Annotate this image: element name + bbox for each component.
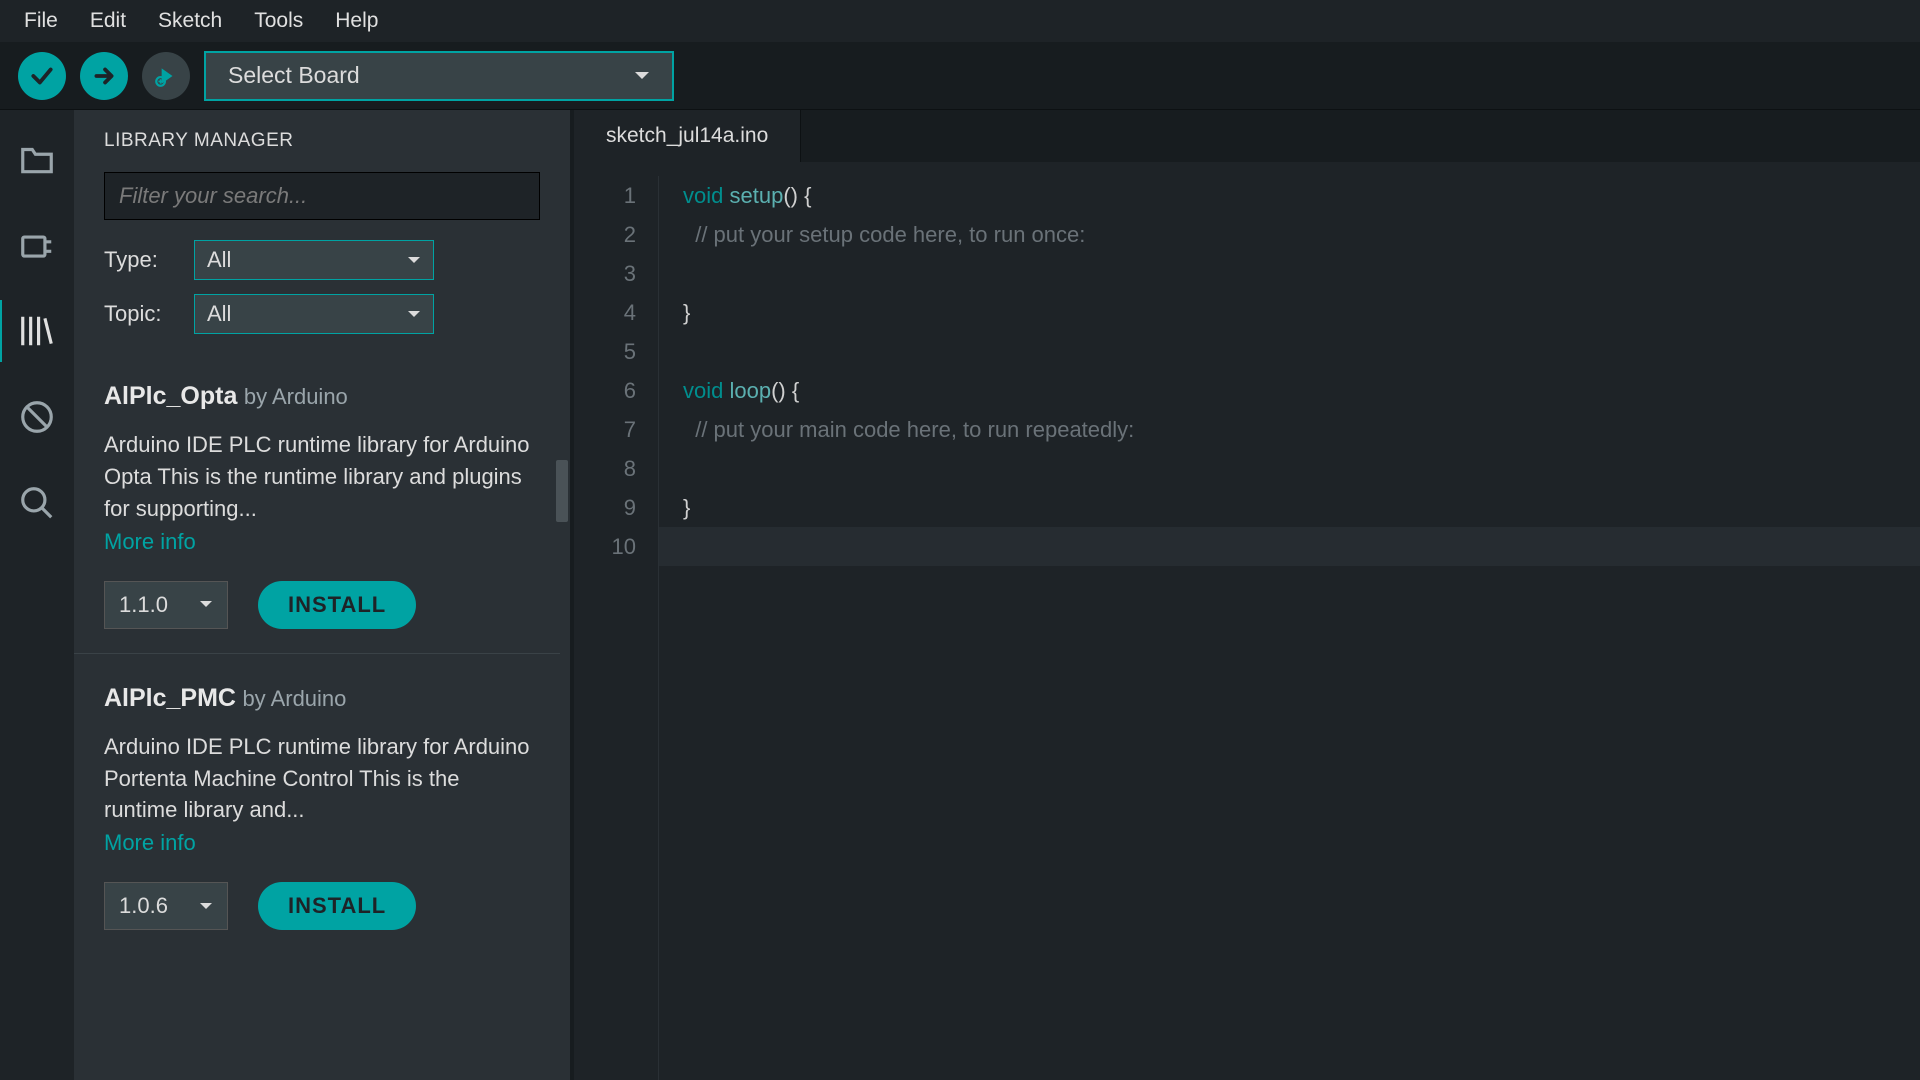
activity-sketchbook[interactable] <box>16 138 58 180</box>
library-item: AlPlc_PMC by Arduino Arduino IDE PLC run… <box>74 654 560 955</box>
folder-icon <box>18 140 56 178</box>
library-list[interactable]: AlPlc_Opta by Arduino Arduino IDE PLC ru… <box>74 352 570 1080</box>
board-icon <box>18 226 56 264</box>
type-value: All <box>207 247 231 273</box>
chevron-down-icon <box>407 256 421 265</box>
menu-help[interactable]: Help <box>321 3 392 39</box>
library-description: Arduino IDE PLC runtime library for Ardu… <box>104 731 530 827</box>
more-info-link[interactable]: More info <box>104 830 196 856</box>
chevron-down-icon <box>634 71 650 81</box>
toolbar: Select Board <box>0 42 1920 110</box>
library-manager-panel: LIBRARY MANAGER Type: All Topic: All AlP… <box>74 110 574 1080</box>
menubar: File Edit Sketch Tools Help <box>0 0 1920 42</box>
topic-label: Topic: <box>104 301 168 327</box>
board-selector[interactable]: Select Board <box>204 51 674 101</box>
topic-select[interactable]: All <box>194 294 434 334</box>
menu-sketch[interactable]: Sketch <box>144 3 236 39</box>
activity-debug[interactable] <box>16 396 58 438</box>
library-item: AlPlc_Opta by Arduino Arduino IDE PLC ru… <box>74 352 560 654</box>
menu-file[interactable]: File <box>10 3 72 39</box>
version-value: 1.1.0 <box>119 592 168 618</box>
library-description: Arduino IDE PLC runtime library for Ardu… <box>104 429 530 525</box>
debug-icon <box>153 63 179 89</box>
library-author: by Arduino <box>242 686 346 711</box>
line-gutter: 12345678910 <box>574 176 658 1080</box>
panel-title: LIBRARY MANAGER <box>74 110 570 166</box>
scrollbar-thumb[interactable] <box>556 460 568 522</box>
install-button[interactable]: INSTALL <box>258 882 416 930</box>
chevron-down-icon <box>199 902 213 911</box>
no-entry-icon <box>18 398 56 436</box>
version-select[interactable]: 1.1.0 <box>104 581 228 629</box>
activity-bar <box>0 110 74 1080</box>
code-editor[interactable]: 12345678910 void setup() { // put your s… <box>574 162 1920 1080</box>
type-select[interactable]: All <box>194 240 434 280</box>
chevron-down-icon <box>407 310 421 319</box>
activity-library[interactable] <box>16 310 58 352</box>
library-name: AlPlc_PMC <box>104 684 236 712</box>
books-icon <box>18 312 56 350</box>
chevron-down-icon <box>199 600 213 609</box>
activity-search[interactable] <box>16 482 58 524</box>
editor-tabs: sketch_jul14a.ino <box>574 110 1920 162</box>
library-name: AlPlc_Opta <box>104 382 237 410</box>
install-button[interactable]: INSTALL <box>258 581 416 629</box>
activity-boards[interactable] <box>16 224 58 266</box>
library-search-input[interactable] <box>104 172 540 220</box>
menu-edit[interactable]: Edit <box>76 3 140 39</box>
search-icon <box>18 484 56 522</box>
debug-button[interactable] <box>142 52 190 100</box>
code-content: void setup() { // put your setup code he… <box>658 176 1920 1080</box>
more-info-link[interactable]: More info <box>104 529 196 555</box>
upload-button[interactable] <box>80 52 128 100</box>
topic-value: All <box>207 301 231 327</box>
version-value: 1.0.6 <box>119 893 168 919</box>
arrow-right-icon <box>91 63 117 89</box>
verify-button[interactable] <box>18 52 66 100</box>
editor-area: sketch_jul14a.ino 12345678910 void setup… <box>574 110 1920 1080</box>
library-author: by Arduino <box>244 384 348 409</box>
check-icon <box>29 63 55 89</box>
board-selector-label: Select Board <box>228 62 360 89</box>
version-select[interactable]: 1.0.6 <box>104 882 228 930</box>
menu-tools[interactable]: Tools <box>240 3 317 39</box>
editor-tab[interactable]: sketch_jul14a.ino <box>574 110 801 162</box>
type-label: Type: <box>104 247 168 273</box>
